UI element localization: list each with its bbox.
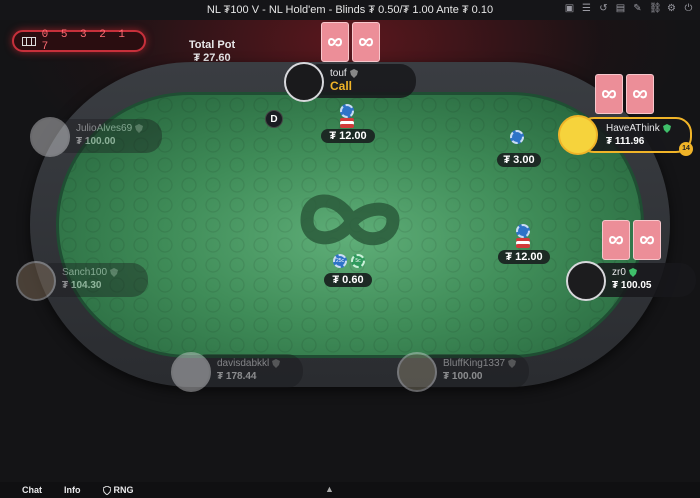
- verified-shield-icon: [508, 359, 517, 368]
- card-back-logo-icon: [608, 236, 624, 245]
- verified-shield-icon: [628, 268, 637, 277]
- window-titlebar: NL ₮100 V - NL Hold'em - Blinds ₮ 0.50/₮…: [0, 0, 700, 20]
- player-action: Call: [330, 79, 353, 93]
- link-icon[interactable]: ⛓: [649, 3, 662, 14]
- card-back-logo-icon: [601, 90, 617, 99]
- chip-icon: [510, 130, 524, 144]
- haveathink-card-1: [595, 74, 623, 114]
- close-icon[interactable]: ⏻: [683, 3, 694, 14]
- dealer-button: D: [265, 110, 283, 128]
- touf-card-1: [321, 22, 349, 62]
- avatar: [284, 62, 324, 102]
- table-grid-icon: [22, 36, 36, 46]
- player-stack: ₮ 100.05: [612, 280, 652, 291]
- layout-icon[interactable]: ▣: [564, 3, 575, 14]
- player-stack: ₮ 100.00: [76, 136, 116, 147]
- hand-counter-value: 0 5 3 2 1 7: [41, 29, 129, 53]
- history-icon[interactable]: ↺: [598, 3, 609, 14]
- player-name: BluffKing1337: [443, 358, 506, 369]
- haveathink-bet: ₮ 3.00: [497, 153, 541, 167]
- zr0-card-2: [633, 220, 661, 260]
- hand-counter: 0 5 3 2 1 7: [12, 29, 146, 53]
- touf-card-2: [352, 22, 380, 62]
- bottom-bar: Chat Info RNG ▲: [0, 482, 700, 498]
- haveathink-chip-stack: [510, 130, 524, 144]
- chip-25c-icon: 25c: [333, 254, 347, 268]
- haveathink-card-2: [626, 74, 654, 114]
- chip-icon: [516, 224, 530, 238]
- player-stack: ₮ 100.00: [443, 371, 483, 382]
- tab-chat[interactable]: Chat: [22, 485, 42, 495]
- center-bet: ₮ 0.60: [324, 273, 372, 287]
- verified-shield-icon: [135, 124, 144, 133]
- touf-chip-stack: [340, 104, 354, 128]
- tab-info[interactable]: Info: [64, 485, 81, 495]
- total-pot-label: Total Pot: [188, 39, 236, 51]
- player-stack: ₮ 178.44: [217, 371, 257, 382]
- card-back-logo-icon: [639, 236, 655, 245]
- card-back-logo-icon: [358, 38, 374, 47]
- window-controls: ▣ ☰ ↺ ▤ ✎ ⛓ ⚙ ⏻: [564, 3, 694, 14]
- avatar: [16, 261, 56, 301]
- card-back-logo-icon: [327, 38, 343, 47]
- player-stack: ₮ 104.30: [62, 280, 102, 291]
- verified-shield-icon: [349, 69, 358, 78]
- window-title: NL ₮100 V - NL Hold'em - Blinds ₮ 0.50/₮…: [206, 4, 494, 16]
- avatar: [171, 352, 211, 392]
- chevron-up-icon[interactable]: ▲: [325, 484, 335, 494]
- verified-shield-icon: [110, 268, 119, 277]
- player-name: Sanch100: [62, 267, 108, 278]
- settings-icon[interactable]: ⚙: [666, 3, 677, 14]
- player-name: davisdabkkl: [217, 358, 270, 369]
- avatar: [30, 117, 70, 157]
- player-name: HaveAThink: [606, 123, 660, 134]
- verified-shield-icon: [662, 124, 671, 133]
- touf-bet: ₮ 12.00: [321, 129, 375, 143]
- card-back-logo-icon: [632, 90, 648, 99]
- chip-5c-icon: 5c: [351, 254, 365, 268]
- zr0-bet: ₮ 12.00: [498, 250, 550, 264]
- avatar: [566, 261, 606, 301]
- table-logo-icon: [300, 194, 400, 246]
- stats-icon[interactable]: ▤: [615, 3, 626, 14]
- player-name: JulioAlves69: [76, 123, 133, 134]
- player-name: zr0: [612, 267, 626, 278]
- shield-icon: [102, 485, 111, 495]
- avatar: [397, 352, 437, 392]
- avatar: [558, 115, 598, 155]
- tab-rng[interactable]: RNG: [102, 485, 134, 495]
- options-icon[interactable]: ☰: [581, 3, 592, 14]
- notes-icon[interactable]: ✎: [632, 3, 643, 14]
- action-timer: 14: [679, 142, 693, 156]
- zr0-chip-stack: [516, 224, 530, 248]
- verified-shield-icon: [272, 359, 281, 368]
- player-stack: ₮ 111.96: [606, 136, 645, 147]
- chip-icon: [340, 104, 354, 118]
- zr0-card-1: [602, 220, 630, 260]
